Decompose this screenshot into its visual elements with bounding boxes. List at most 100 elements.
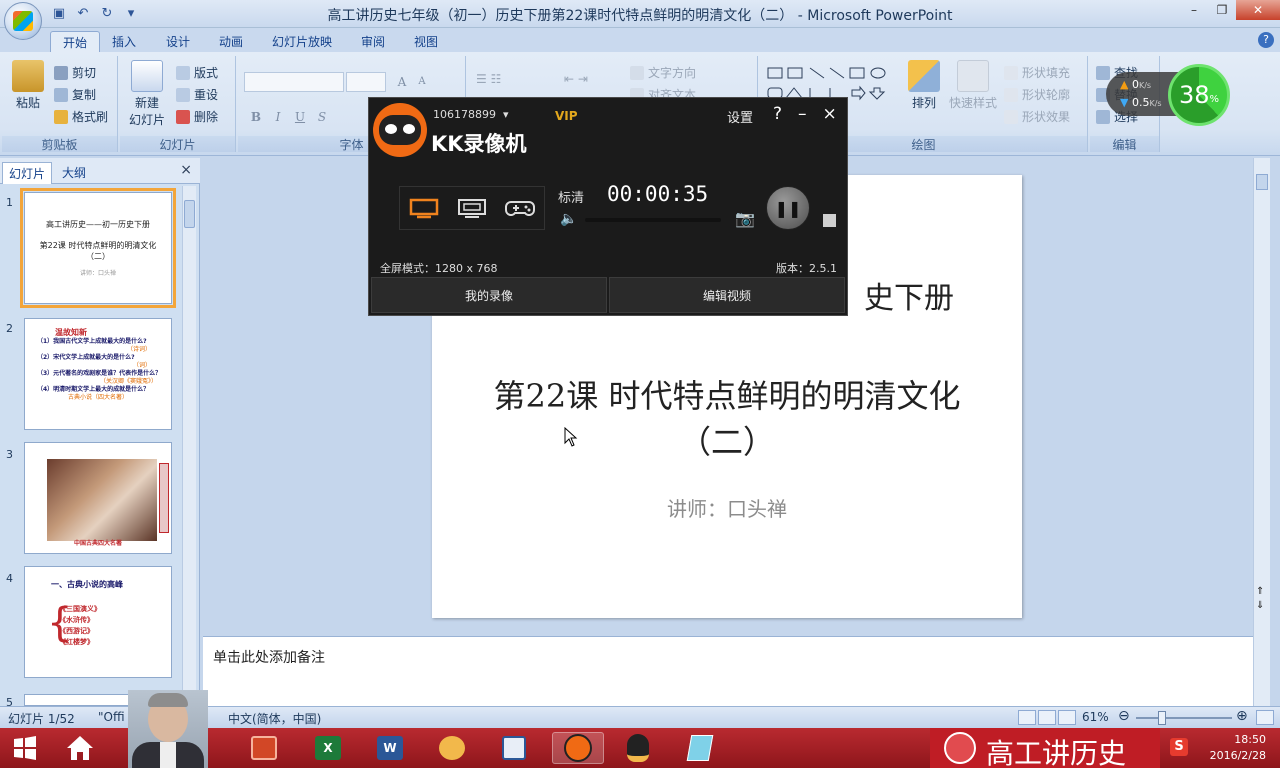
input-method-icon[interactable]: S <box>1170 738 1188 756</box>
presenter-hair <box>148 693 188 707</box>
start-button[interactable] <box>6 731 44 765</box>
help-icon[interactable]: ? <box>773 104 782 124</box>
close-button[interactable]: ✕ <box>1236 0 1280 20</box>
close-icon[interactable]: × <box>823 104 837 124</box>
reset-button[interactable]: 重设 <box>176 86 218 103</box>
restore-button[interactable]: ❐ <box>1208 0 1236 20</box>
quick-styles-button[interactable]: 快速样式 <box>946 60 1000 111</box>
help-icon[interactable]: ? <box>1258 32 1274 48</box>
arrange-icon <box>908 60 940 92</box>
prev-slide-icon[interactable]: ⇑ <box>1256 586 1264 597</box>
outlook-taskbar-icon[interactable] <box>432 732 472 764</box>
next-slide-icon[interactable]: ⇓ <box>1256 600 1264 611</box>
tab-outline[interactable]: 大纲 <box>56 162 92 183</box>
slide-thumbnail-4[interactable]: 一、古典小说的高峰 { 《三国演义》 《水浒传》 《西游记》 《红楼梦》 <box>24 566 172 678</box>
normal-view-button[interactable] <box>1018 710 1036 725</box>
zoom-out-icon[interactable]: ⊖ <box>1118 708 1130 724</box>
tab-insert[interactable]: 插入 <box>100 31 148 52</box>
text-direction-button[interactable]: 文字方向 <box>630 64 696 81</box>
slide-thumbnail-3[interactable]: 中国古典四大名著 <box>24 442 172 554</box>
window-controls: – ❐ ✕ <box>1180 0 1280 20</box>
thumbnail-scrollbar[interactable] <box>182 186 196 702</box>
windows-logo-icon <box>14 736 36 760</box>
format-painter-button[interactable]: 格式刷 <box>54 108 108 125</box>
delete-slide-button[interactable]: 删除 <box>176 108 218 125</box>
slide-scrollbar[interactable]: ⇑ ⇓ <box>1253 158 1270 706</box>
region-mode-icon[interactable] <box>457 197 487 219</box>
shape-fill-button[interactable]: 形状填充 <box>1004 64 1070 81</box>
layout-button[interactable]: 版式 <box>176 64 218 81</box>
minimize-icon[interactable]: – <box>798 104 807 124</box>
thumb-number: 1 <box>6 196 13 209</box>
tab-review[interactable]: 审阅 <box>349 31 397 52</box>
tab-design[interactable]: 设计 <box>154 31 202 52</box>
cut-button[interactable]: 剪切 <box>54 64 96 81</box>
copy-button[interactable]: 复制 <box>54 86 96 103</box>
vip-badge[interactable]: VIP <box>555 109 578 123</box>
word-taskbar-icon[interactable]: W <box>370 732 410 764</box>
slide-thumbnail-2[interactable]: 温故知新 （1）我国古代文学上成就最大的是什么? （诗词） （2）宋代文学上成就… <box>24 318 172 430</box>
close-pane-icon[interactable]: × <box>180 162 192 178</box>
zoom-slider-thumb[interactable] <box>1158 711 1166 725</box>
tab-slideshow[interactable]: 幻灯片放映 <box>260 31 344 52</box>
bullets-button[interactable]: ☰ ☷ <box>476 72 501 86</box>
italic-button[interactable]: I <box>268 108 288 126</box>
kk-recorder-taskbar-icon[interactable] <box>552 732 604 764</box>
my-recordings-button[interactable]: 我的录像 <box>371 277 607 313</box>
tab-animations[interactable]: 动画 <box>207 31 255 52</box>
shape-effects-button[interactable]: 形状效果 <box>1004 108 1070 125</box>
scroll-thumb[interactable] <box>184 200 195 228</box>
capture-mode-text: 全屏模式：1280 x 768 <box>380 262 498 275</box>
shape-outline-button[interactable]: 形状轮廓 <box>1004 86 1070 103</box>
edit-video-button[interactable]: 编辑视频 <box>609 277 845 313</box>
font-size-box[interactable] <box>346 72 386 92</box>
powerpoint-taskbar-icon[interactable] <box>244 732 284 764</box>
new-slide-button[interactable]: 新建 幻灯片 <box>124 60 170 128</box>
slideshow-view-button[interactable] <box>1058 710 1076 725</box>
scroll-thumb[interactable] <box>1256 174 1268 190</box>
account-id[interactable]: 106178899 ▾ <box>433 108 509 121</box>
network-speed-widget[interactable]: ▲ 0K/s ▼ 0.5K/s 38% <box>1106 64 1230 126</box>
notes-pane[interactable]: 单击此处添加备注 <box>203 636 1253 706</box>
indent-buttons[interactable]: ⇤ ⇥ <box>564 72 588 86</box>
font-name-box[interactable] <box>244 72 344 92</box>
home-icon[interactable] <box>60 732 100 764</box>
slide-title-line2[interactable]: 第22课 时代特点鲜明的明清文化 （二） <box>432 373 1022 465</box>
strikethrough-button[interactable]: S <box>312 108 332 126</box>
settings-button[interactable]: 设置 <box>727 107 753 126</box>
office-button[interactable] <box>4 2 42 40</box>
tab-view[interactable]: 视图 <box>402 31 450 52</box>
stop-button[interactable] <box>823 214 836 227</box>
excel-taskbar-icon[interactable]: X <box>308 732 348 764</box>
tab-home[interactable]: 开始 <box>50 31 101 52</box>
webcam-overlay <box>128 690 208 768</box>
slide-thumbnail-1[interactable]: 高工讲历史——初一历史下册 第22课 时代特点鲜明的明清文化 （二） 讲师：口头… <box>20 188 176 308</box>
fullscreen-mode-icon[interactable] <box>409 197 439 219</box>
fit-to-window-button[interactable] <box>1256 710 1274 725</box>
slide-sorter-button[interactable] <box>1038 710 1056 725</box>
zoom-in-icon[interactable]: ⊕ <box>1236 708 1248 724</box>
shrink-font-button[interactable]: A <box>412 73 432 91</box>
notepad-taskbar-icon[interactable] <box>680 732 720 764</box>
slide-subtitle[interactable]: 讲师：口头禅 <box>432 493 1022 522</box>
bold-button[interactable]: B <box>246 108 266 126</box>
zoom-level[interactable]: 61% <box>1082 710 1109 724</box>
volume-icon[interactable]: 🔈 <box>560 211 577 227</box>
system-clock[interactable]: 18:50 2016/2/28 <box>1210 732 1266 764</box>
grow-font-button[interactable]: A <box>392 73 412 91</box>
camera-icon[interactable]: 📷 <box>735 209 755 228</box>
arrange-button[interactable]: 排列 <box>904 60 944 111</box>
game-mode-icon[interactable] <box>505 197 535 219</box>
tab-slides[interactable]: 幻灯片 <box>2 162 53 184</box>
paste-icon <box>12 60 44 92</box>
qq-taskbar-icon[interactable] <box>618 732 658 764</box>
paste-button[interactable]: 粘贴 <box>8 60 48 111</box>
zoom-slider[interactable] <box>1136 717 1232 719</box>
underline-button[interactable]: U <box>290 108 310 126</box>
language-indicator[interactable]: 中文(简体，中国) <box>228 710 321 727</box>
quality-selector[interactable]: 标清 <box>558 187 584 206</box>
volume-bar[interactable] <box>585 218 721 222</box>
project-taskbar-icon[interactable] <box>494 732 534 764</box>
minimize-button[interactable]: – <box>1180 0 1208 20</box>
pause-button[interactable]: ❚❚ <box>766 186 810 230</box>
